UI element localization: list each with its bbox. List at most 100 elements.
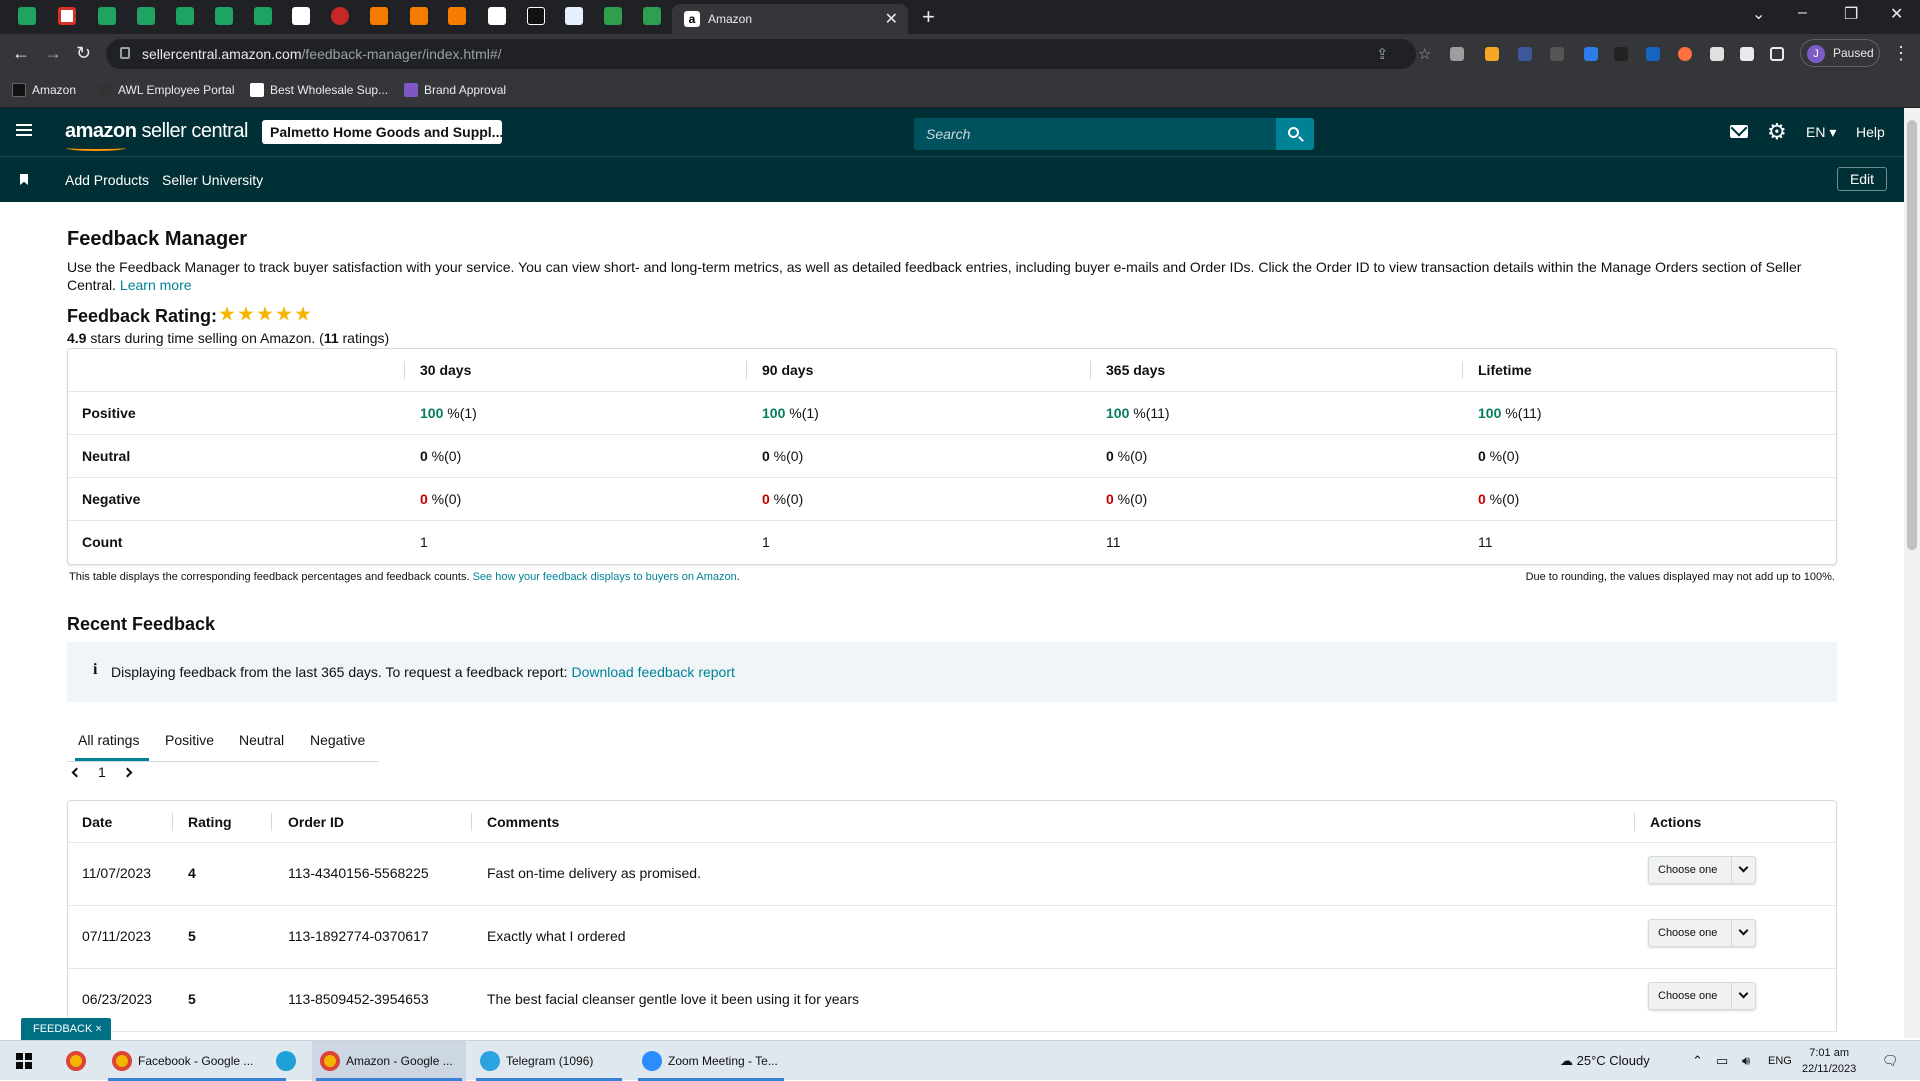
chrome-taskbar-icon[interactable] bbox=[58, 1041, 98, 1081]
amazon-icon bbox=[12, 83, 26, 97]
order-id-link[interactable]: 113-8509452-3954653 bbox=[288, 991, 429, 1007]
tab-positive[interactable]: Positive bbox=[165, 732, 214, 748]
order-id-link[interactable]: 113-4340156-5568225 bbox=[288, 865, 429, 881]
extension-icon[interactable] bbox=[1646, 47, 1660, 61]
minimize-icon[interactable]: – bbox=[1798, 4, 1807, 22]
profile-status: Paused bbox=[1833, 46, 1874, 60]
tray-chevron-icon[interactable]: ⌃ bbox=[1692, 1053, 1703, 1069]
close-tab-icon[interactable]: ✕ bbox=[885, 9, 898, 29]
extension-icon[interactable] bbox=[1710, 47, 1724, 61]
tab-negative[interactable]: Negative bbox=[310, 732, 365, 748]
share-icon[interactable]: ⇪ bbox=[1376, 45, 1389, 63]
site-tab-icon[interactable] bbox=[331, 7, 349, 25]
bookmark-icon[interactable] bbox=[20, 174, 28, 185]
reload-icon[interactable]: ↻ bbox=[76, 43, 91, 64]
tab-neutral[interactable]: Neutral bbox=[239, 732, 284, 748]
learn-more-link[interactable]: Learn more bbox=[120, 277, 192, 293]
sheets-tab-icon[interactable] bbox=[137, 7, 155, 25]
sheets-tab-icon[interactable] bbox=[18, 7, 36, 25]
tab-search-icon[interactable]: ⌄ bbox=[1752, 4, 1765, 24]
table-row-negative: Negative 0 %(0) 0 %(0) 0 %(0) 0 %(0) bbox=[68, 478, 1836, 521]
new-tab-button[interactable]: + bbox=[922, 4, 935, 30]
extension-icon[interactable] bbox=[1614, 47, 1628, 61]
notifications-icon[interactable]: 🗨︎ bbox=[1882, 1053, 1899, 1069]
site-tab-icon[interactable] bbox=[643, 7, 661, 25]
taskbar-app-facebook[interactable]: Facebook - Google ... bbox=[104, 1041, 290, 1081]
language-selector[interactable]: EN ▾ bbox=[1806, 124, 1836, 141]
extension-icon[interactable] bbox=[1678, 47, 1692, 61]
table-note: This table displays the corresponding fe… bbox=[69, 571, 740, 583]
taskbar-clock[interactable]: 7:01 am 22/11/2023 bbox=[1802, 1045, 1856, 1077]
edit-button[interactable]: Edit bbox=[1837, 167, 1887, 191]
chevron-left-icon[interactable] bbox=[71, 767, 82, 777]
site-tab-icon[interactable] bbox=[292, 7, 310, 25]
site-tab-icon[interactable] bbox=[448, 7, 466, 25]
nav-add-products[interactable]: Add Products bbox=[65, 172, 149, 188]
menu-kebab-icon[interactable]: ⋮ bbox=[1892, 43, 1910, 64]
close-window-icon[interactable]: ✕ bbox=[1890, 4, 1903, 24]
bookmark-star-icon[interactable]: ☆ bbox=[1418, 45, 1431, 63]
site-tab-icon[interactable] bbox=[565, 7, 583, 25]
site-tab-icon[interactable] bbox=[410, 7, 428, 25]
sheets-tab-icon[interactable] bbox=[254, 7, 272, 25]
site-tab-icon[interactable] bbox=[370, 7, 388, 25]
search-input[interactable]: Search bbox=[914, 118, 1276, 150]
extension-icon[interactable] bbox=[1450, 47, 1464, 61]
bookmark-amazon[interactable]: Amazon bbox=[12, 83, 76, 97]
bookmark-awl-portal[interactable]: AWL Employee Portal bbox=[98, 83, 235, 97]
restore-icon[interactable]: ❐ bbox=[1844, 4, 1858, 24]
extension-icon[interactable] bbox=[1550, 47, 1564, 61]
feedback-display-link[interactable]: See how your feedback displays to buyers… bbox=[473, 571, 737, 583]
extension-icon[interactable] bbox=[1485, 47, 1499, 61]
sheets-tab-icon[interactable] bbox=[98, 7, 116, 25]
volume-icon[interactable]: 🔊︎ bbox=[1742, 1053, 1750, 1069]
taskbar-app-telegram[interactable]: Telegram (1096) bbox=[472, 1041, 626, 1081]
bookmark-best-wholesale[interactable]: Best Wholesale Sup... bbox=[250, 83, 388, 97]
profile-button[interactable]: J Paused bbox=[1800, 39, 1880, 67]
site-tab-icon[interactable] bbox=[604, 7, 622, 25]
help-link[interactable]: Help bbox=[1856, 124, 1885, 140]
address-bar[interactable]: sellercentral.amazon.com/feedback-manage… bbox=[106, 39, 1431, 69]
edge-taskbar-icon[interactable] bbox=[268, 1041, 308, 1081]
sheets-tab-icon[interactable] bbox=[176, 7, 194, 25]
extension-icon[interactable] bbox=[1584, 47, 1598, 61]
download-report-link[interactable]: Download feedback report bbox=[571, 664, 734, 680]
taskbar-app-amazon[interactable]: Amazon - Google ... bbox=[312, 1041, 466, 1081]
search-button[interactable] bbox=[1276, 118, 1314, 150]
gear-icon[interactable]: ⚙ bbox=[1767, 121, 1787, 143]
page-scrollbar[interactable] bbox=[1904, 108, 1920, 1038]
store-selector[interactable]: Palmetto Home Goods and Suppl... bbox=[262, 120, 502, 144]
site-tab-icon[interactable] bbox=[488, 7, 506, 25]
tab-all-ratings[interactable]: All ratings bbox=[78, 732, 139, 748]
extension-icon[interactable] bbox=[1518, 47, 1532, 61]
action-dropdown[interactable]: Choose one bbox=[1648, 856, 1756, 884]
action-dropdown[interactable]: Choose one bbox=[1648, 919, 1756, 947]
network-icon[interactable]: ▭ bbox=[1716, 1053, 1728, 1069]
language-indicator[interactable]: ENG bbox=[1768, 1055, 1792, 1067]
forward-icon[interactable]: → bbox=[44, 43, 62, 64]
scroll-thumb[interactable] bbox=[1907, 120, 1917, 550]
feedback-widget-button[interactable]: FEEDBACK × bbox=[21, 1018, 111, 1040]
table-row-neutral: Neutral 0 %(0) 0 %(0) 0 %(0) 0 %(0) bbox=[68, 435, 1836, 478]
weather-widget[interactable]: ☁ 25°C Cloudy bbox=[1560, 1053, 1650, 1069]
taskbar-app-zoom[interactable]: Zoom Meeting - Te... bbox=[634, 1041, 788, 1081]
order-id-link[interactable]: 113-1892774-0370617 bbox=[288, 928, 429, 944]
page-number[interactable]: 1 bbox=[98, 764, 106, 780]
avatar: J bbox=[1807, 45, 1825, 63]
side-panel-icon[interactable] bbox=[1770, 47, 1784, 61]
seller-central-logo[interactable]: amazon seller central bbox=[65, 120, 248, 143]
site-tab-icon[interactable] bbox=[527, 7, 545, 25]
action-dropdown[interactable]: Choose one bbox=[1648, 982, 1756, 1010]
mail-icon[interactable] bbox=[1730, 125, 1748, 138]
windows-start-icon[interactable] bbox=[16, 1053, 32, 1069]
extensions-puzzle-icon[interactable] bbox=[1740, 47, 1754, 61]
back-icon[interactable]: ← bbox=[12, 43, 30, 64]
tab-amazon-active[interactable]: a Amazon ✕ bbox=[672, 4, 908, 34]
nav-seller-university[interactable]: Seller University bbox=[162, 172, 263, 188]
bookmark-brand-approval[interactable]: Brand Approval bbox=[404, 83, 506, 97]
gmail-tab-icon[interactable] bbox=[58, 7, 76, 25]
sheets-tab-icon[interactable] bbox=[215, 7, 233, 25]
hamburger-menu-icon[interactable] bbox=[16, 124, 32, 136]
col-30-days: 30 days bbox=[420, 362, 472, 378]
chevron-right-icon[interactable] bbox=[122, 767, 133, 777]
